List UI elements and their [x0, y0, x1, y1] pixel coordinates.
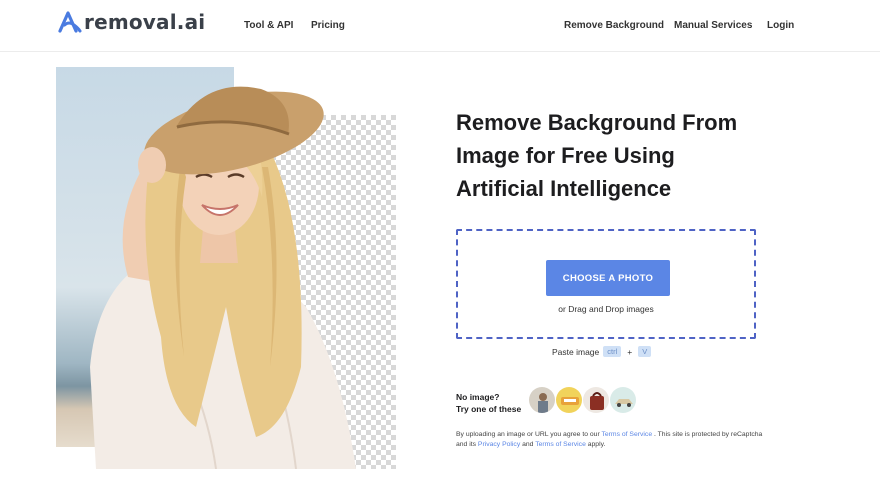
privacy-policy-link[interactable]: Privacy Policy	[478, 441, 520, 448]
logo-mark-icon	[58, 11, 82, 33]
nav-pricing[interactable]: Pricing	[311, 20, 345, 31]
plus-sign: +	[627, 346, 633, 357]
logo-text: removal.ai	[84, 10, 206, 34]
headline-line-1: Remove Background From	[456, 110, 738, 135]
woman-photo	[90, 86, 356, 469]
no-image-text: No image?	[456, 392, 500, 402]
legal-notice: By uploading an image or URL you agree t…	[456, 430, 766, 450]
upload-dropzone[interactable]: CHOOSE A PHOTO or Drag and Drop images	[456, 229, 756, 339]
headline-line-3: Artificial Intelligence	[456, 176, 672, 201]
legal-text-1: By uploading an image or URL you agree t…	[456, 431, 602, 438]
v-key-badge: V	[638, 346, 652, 357]
hero-image	[56, 67, 396, 469]
drag-drop-text: or Drag and Drop images	[558, 304, 654, 314]
ctrl-key-badge: ctrl	[603, 346, 622, 357]
try-these-text: Try one of these	[456, 404, 522, 414]
terms-of-service-link[interactable]: Terms of Service	[601, 431, 652, 438]
legal-text-4: apply.	[585, 441, 606, 448]
sample-image-person[interactable]	[528, 386, 556, 414]
terms-of-service-link-2[interactable]: Terms of Service	[535, 441, 586, 448]
nav-remove-background[interactable]: Remove Background	[564, 20, 664, 31]
sample-image-bag[interactable]	[582, 386, 610, 414]
hero-headline: Remove Background From Image for Free Us…	[456, 106, 786, 205]
nav-manual-services[interactable]: Manual Services	[674, 20, 752, 31]
choose-photo-button[interactable]: CHOOSE A PHOTO	[546, 260, 670, 296]
paste-image-label: Paste image	[552, 346, 600, 357]
sample-image-product[interactable]	[555, 386, 583, 414]
paste-image-hint: Paste image ctrl + V	[552, 346, 652, 357]
site-header: removal.ai Tool & API Pricing Remove Bac…	[0, 0, 880, 52]
sample-images	[528, 386, 637, 414]
nav-tool-api[interactable]: Tool & API	[244, 20, 293, 31]
sample-images-label: No image? Try one of these	[456, 391, 521, 415]
nav-login[interactable]: Login	[767, 20, 794, 31]
logo[interactable]: removal.ai	[56, 9, 205, 35]
sample-image-car[interactable]	[609, 386, 637, 414]
legal-text-3: and	[520, 441, 536, 448]
headline-line-2: Image for Free Using	[456, 143, 675, 168]
